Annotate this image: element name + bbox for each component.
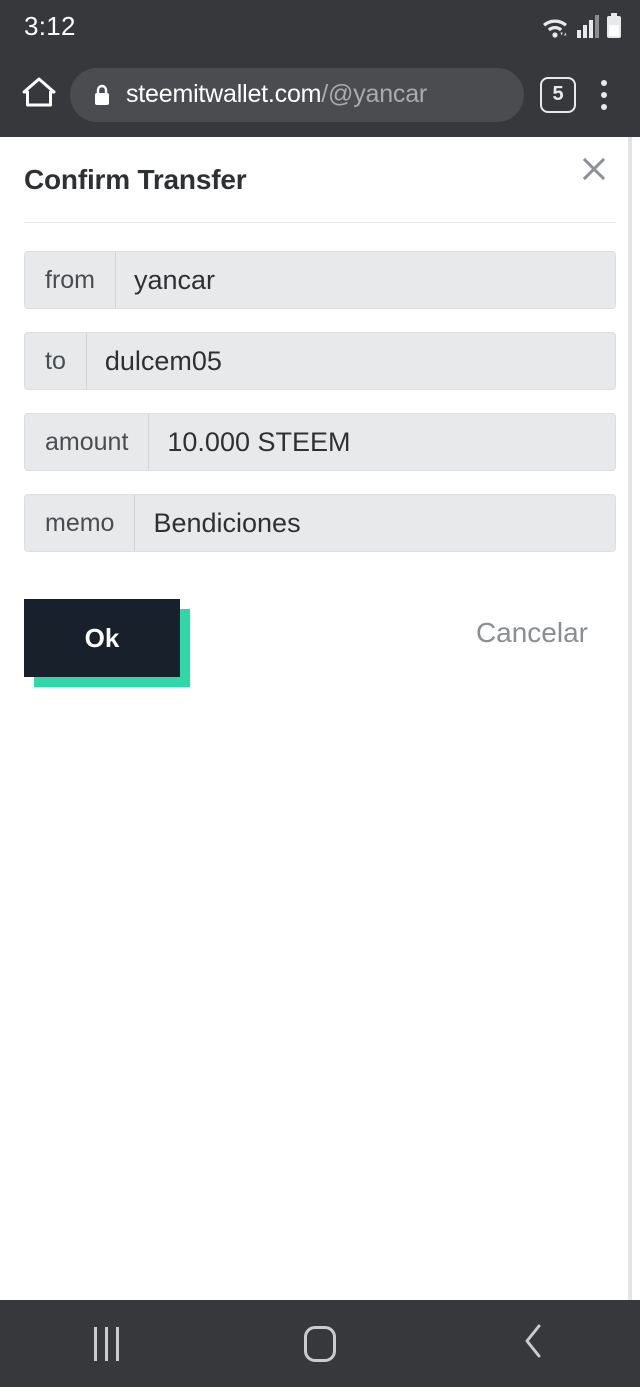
ok-button[interactable]: Ok	[24, 599, 180, 677]
web-page-content: Confirm Transfer from yancar to dulcem05…	[0, 137, 640, 1300]
status-icon-group	[540, 13, 622, 39]
page-title: Confirm Transfer	[24, 163, 247, 195]
cancel-button[interactable]: Cancelar	[476, 617, 588, 649]
confirm-transfer-dialog: Confirm Transfer from yancar to dulcem05…	[0, 137, 640, 699]
url-path: /@yancar	[321, 80, 428, 108]
lock-icon	[92, 83, 112, 107]
browser-toolbar: steemitwallet.com/@yancar 5	[0, 52, 640, 137]
cellular-signal-icon	[577, 14, 599, 38]
menu-dot	[601, 79, 607, 86]
phone-screen: 3:12 steemitwallet.com/@yancar 5 Confirm…	[0, 0, 640, 1387]
field-label-from: from	[25, 252, 116, 308]
android-status-bar: 3:12	[0, 0, 640, 52]
field-row-from: from yancar	[24, 251, 616, 309]
home-icon	[21, 74, 57, 115]
transfer-form: from yancar to dulcem05 amount 10.000 ST…	[24, 223, 616, 552]
field-label-to: to	[25, 333, 87, 389]
url-bar[interactable]: steemitwallet.com/@yancar	[70, 67, 524, 122]
close-icon	[580, 155, 608, 188]
recents-icon	[94, 1326, 120, 1361]
field-label-memo: memo	[25, 495, 136, 551]
back-chevron-icon	[520, 1321, 546, 1366]
field-row-amount: amount 10.000 STEEM	[24, 413, 616, 471]
close-button[interactable]	[572, 149, 616, 193]
status-clock: 3:12	[24, 10, 76, 41]
field-value-to: dulcem05	[86, 333, 615, 389]
field-row-memo: memo Bendiciones	[24, 494, 616, 552]
home-square-icon	[303, 1325, 336, 1362]
field-value-from: yancar	[116, 252, 615, 308]
home-button[interactable]	[14, 70, 64, 120]
field-value-memo: Bendiciones	[135, 495, 615, 551]
wifi-icon	[540, 13, 570, 39]
dialog-actions: Ok Cancelar	[24, 599, 616, 699]
back-button[interactable]	[473, 1300, 593, 1387]
field-value-amount: 10.000 STEEM	[149, 414, 615, 470]
battery-icon	[606, 13, 622, 39]
tab-counter-button[interactable]: 5	[540, 76, 576, 113]
recents-button[interactable]	[47, 1300, 167, 1387]
dialog-header: Confirm Transfer	[24, 137, 616, 222]
menu-dot	[601, 91, 607, 98]
ok-button-wrapper: Ok	[24, 599, 192, 687]
url-text: steemitwallet.com/@yancar	[126, 80, 427, 109]
home-button-nav[interactable]	[260, 1300, 380, 1387]
overflow-menu-icon[interactable]	[582, 70, 626, 120]
field-row-to: to dulcem05	[24, 332, 616, 390]
menu-dot	[601, 103, 607, 110]
android-nav-bar	[0, 1300, 640, 1387]
tab-count-label: 5	[552, 83, 564, 105]
field-label-amount: amount	[25, 414, 150, 470]
url-domain: steemitwallet.com	[126, 80, 322, 108]
